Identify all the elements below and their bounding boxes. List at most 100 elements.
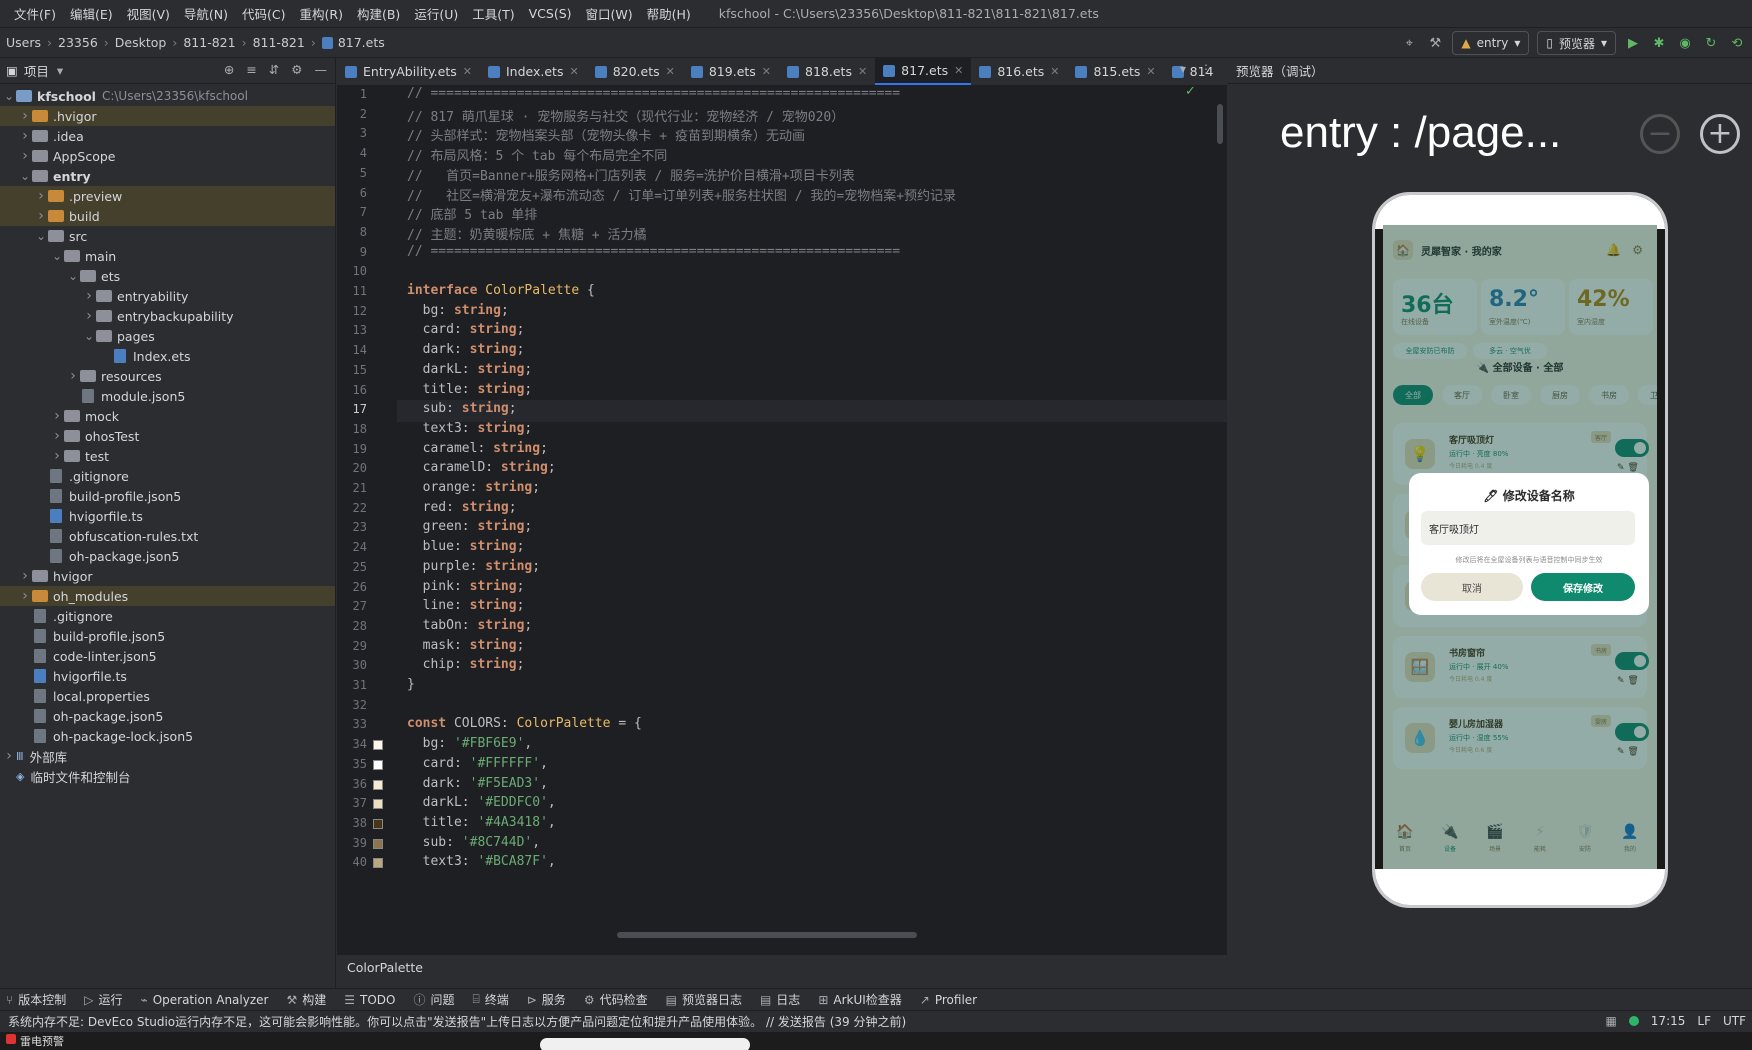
tree-row[interactable]: › hvigor [0,566,335,586]
collapsed-arrow-icon[interactable]: › [18,128,32,144]
tool-window-button[interactable]: ↗ Profiler [920,993,977,1007]
tree-row[interactable]: ⌄ entry [0,166,335,186]
menu-item[interactable]: 构建(B) [357,4,400,23]
tree-row[interactable]: › .hvigor [0,106,335,126]
close-icon[interactable]: ✕ [762,65,771,78]
status-message[interactable]: 系统内存不足: DevEco Studio运行内存不足，这可能会影响性能。你可以… [8,1013,906,1030]
tree-row[interactable]: › resources [0,366,335,386]
device-select[interactable]: ▯ 预览器 ▾ [1537,31,1616,55]
tree-row[interactable]: ⌄ pages [0,326,335,346]
tree-row[interactable]: › entryability [0,286,335,306]
tree-row[interactable]: › AppScope [0,146,335,166]
tree-row[interactable]: hvigorfile.ts [0,506,335,526]
tool-window-button[interactable]: ⚒ 构建 [286,991,326,1008]
color-swatch[interactable] [373,779,383,790]
debug-icon[interactable]: ✱ [1650,34,1668,52]
hammer-icon[interactable]: ⚒ [1426,34,1444,52]
tree-row[interactable]: oh-package.json5 [0,706,335,726]
collapsed-arrow-icon[interactable]: › [50,428,64,444]
menu-item[interactable]: 代码(C) [242,4,285,23]
collapsed-arrow-icon[interactable]: › [18,588,32,604]
close-icon[interactable]: ✕ [1050,65,1059,78]
zoom-out-icon[interactable]: − [1640,114,1680,154]
tool-window-button[interactable]: ☰ TODO [344,993,395,1007]
memory-icon[interactable]: ▦ [1605,1014,1616,1028]
collapsed-arrow-icon[interactable]: › [50,448,64,464]
editor-tab[interactable]: 816.ets ✕ [971,58,1067,85]
collapsed-arrow-icon[interactable]: › [82,308,96,324]
tool-window-button[interactable]: ⊳ 服务 [527,991,566,1008]
color-swatch[interactable] [373,740,383,751]
menu-item[interactable]: 运行(U) [414,4,458,23]
zoom-in-icon[interactable]: + [1700,114,1740,154]
locate-icon[interactable]: ⊕ [224,62,234,77]
editor-tab[interactable]: Index.ets ✕ [480,58,587,85]
close-icon[interactable]: ✕ [666,65,675,78]
more-icon[interactable]: ⋮ [1200,62,1212,76]
color-swatch[interactable] [373,759,383,770]
collapsed-arrow-icon[interactable]: › [34,188,48,204]
expanded-arrow-icon[interactable]: ⌄ [18,169,32,183]
collapsed-arrow-icon[interactable]: › [82,288,96,304]
tree-row[interactable]: ⌄ ets [0,266,335,286]
collapsed-arrow-icon[interactable]: › [18,108,32,124]
tool-window-button[interactable]: ▷ 运行 [84,991,122,1008]
tree-row[interactable]: › build [0,206,335,226]
line-separator[interactable]: LF [1697,1014,1711,1028]
menu-item[interactable]: 文件(F) [14,4,56,23]
tree-row[interactable]: ⌄ main [0,246,335,266]
project-title[interactable]: 项目 [24,61,49,80]
run-config-select[interactable]: ▲ entry ▾ [1452,31,1530,55]
tree-row[interactable]: oh-package-lock.json5 [0,726,335,746]
color-swatch[interactable] [373,858,383,869]
collapsed-arrow-icon[interactable]: › [2,748,16,764]
menu-item[interactable]: 视图(V) [127,4,170,23]
menu-item[interactable]: 重构(R) [300,4,343,23]
breadcrumb-item[interactable]: 23356 [58,35,98,50]
tree-row[interactable]: › ohosTest [0,426,335,446]
close-icon[interactable]: ✕ [463,65,472,78]
tree-row[interactable]: › .preview [0,186,335,206]
cancel-button[interactable]: 取消 [1421,573,1523,601]
menu-item[interactable]: 帮助(H) [647,4,691,23]
tree-row[interactable]: hvigorfile.ts [0,666,335,686]
color-swatch[interactable] [373,838,383,849]
tool-window-button[interactable]: ⊞ ArkUI检查器 [818,991,901,1008]
tree-row[interactable]: code-linter.json5 [0,646,335,666]
tree-row[interactable]: ◈ 临时文件和控制台 [0,766,335,786]
tool-window-button[interactable]: ⚙ 代码检查 [584,991,648,1008]
chevron-down-icon[interactable]: ▾ [57,63,63,78]
breadcrumb-item[interactable]: Desktop [115,35,167,50]
collapse-all-icon[interactable]: ⇵ [269,62,279,77]
minimize-icon[interactable]: — [315,62,328,77]
color-swatch[interactable] [373,799,383,810]
tree-row[interactable]: ⌄ kfschool C:\Users\23356\kfschool [0,86,335,106]
tree-row[interactable]: obfuscation-rules.txt [0,526,335,546]
editor-tab[interactable]: 817.ets ✕ [875,58,972,85]
editor-tab[interactable]: 815.ets ✕ [1067,58,1163,85]
expand-all-icon[interactable]: ≡ [246,62,256,77]
vertical-scrollbar[interactable] [1217,104,1223,144]
tree-row[interactable]: › oh_modules [0,586,335,606]
editor-tab[interactable]: 818.ets ✕ [779,58,875,85]
menu-item[interactable]: 导航(N) [184,4,228,23]
tree-row[interactable]: › test [0,446,335,466]
horizontal-scrollbar[interactable] [617,932,917,938]
tree-row[interactable]: module.json5 [0,386,335,406]
menu-item[interactable]: 窗口(W) [586,4,633,23]
save-button[interactable]: 保存修改 [1531,573,1635,601]
tree-row[interactable]: .gitignore [0,466,335,486]
collapsed-arrow-icon[interactable]: › [50,408,64,424]
expanded-arrow-icon[interactable]: ⌄ [66,269,80,283]
editor-breadcrumb[interactable]: ColorPalette [337,954,1227,980]
phone-screen[interactable]: 🏠 灵犀智家 · 我的家 🔔 ⚙ 36台 在线设备 8.2° 室外温度(℃) 42% 室内… [1383,225,1657,875]
tool-window-button[interactable]: ⌸ 终端 [473,991,509,1008]
collapsed-arrow-icon[interactable]: › [34,208,48,224]
collapsed-arrow-icon[interactable]: › [18,568,32,584]
breadcrumb-item[interactable]: Users [6,35,41,50]
tree-row[interactable]: › entrybackupability [0,306,335,326]
run-icon[interactable]: ▶ [1624,34,1642,52]
editor-tab[interactable]: 819.ets ✕ [683,58,779,85]
tree-row[interactable]: local.properties [0,686,335,706]
expanded-arrow-icon[interactable]: ⌄ [2,89,16,103]
